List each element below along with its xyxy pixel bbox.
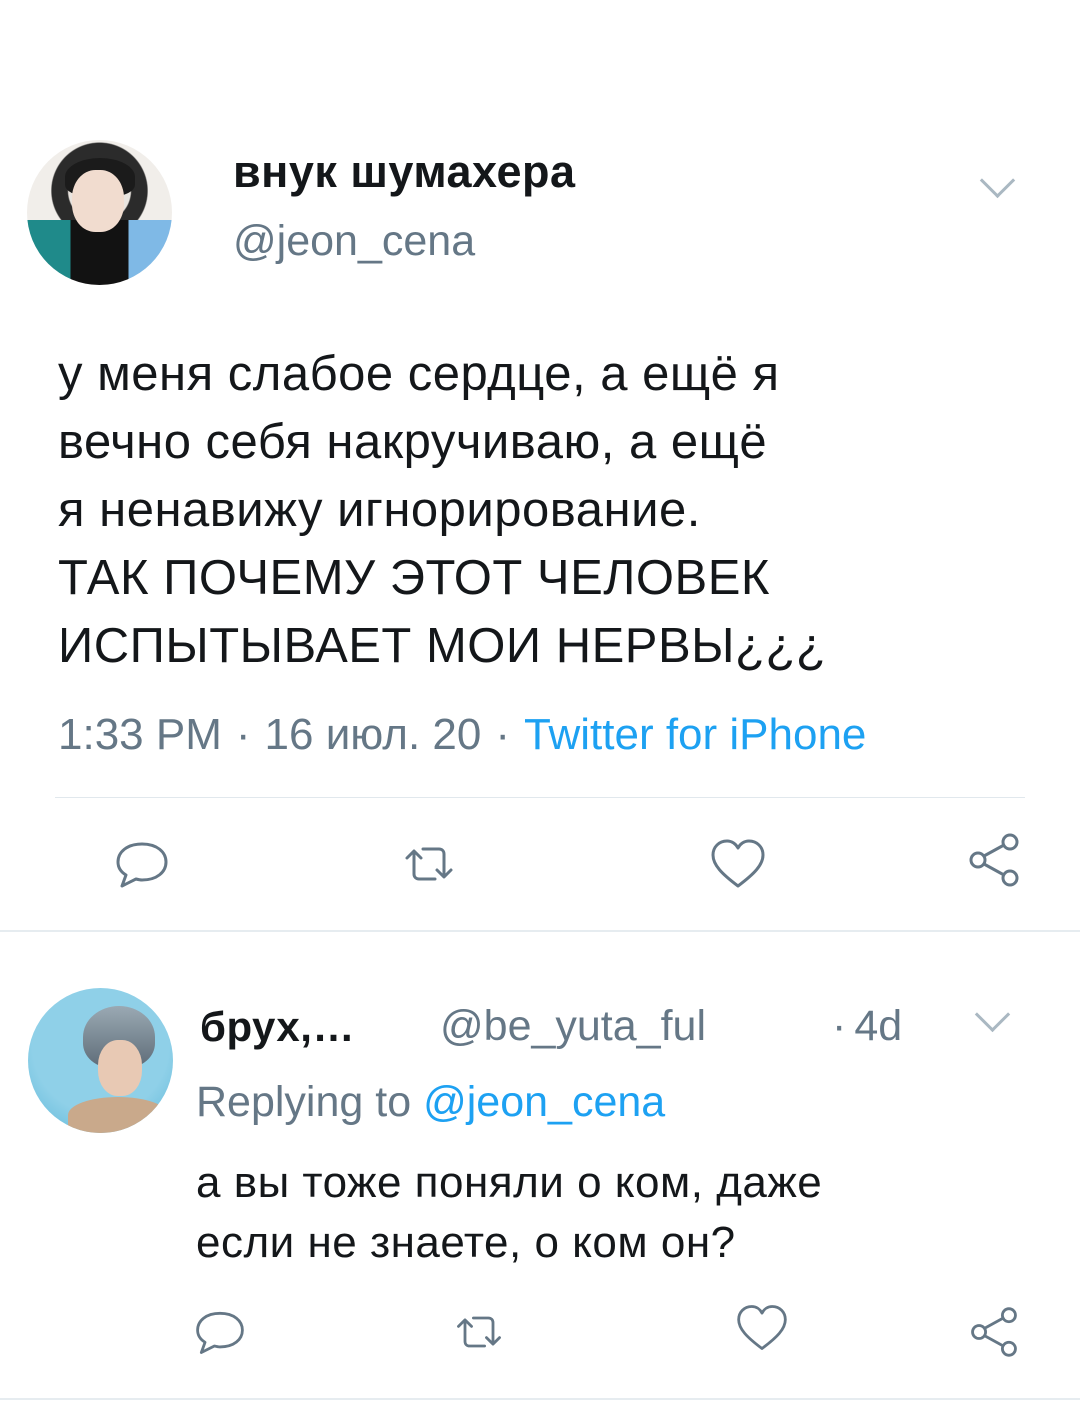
bottom-divider xyxy=(0,1398,1080,1400)
share-icon xyxy=(969,833,1019,887)
time-separator: · xyxy=(832,1002,847,1050)
reply-text: а вы тоже поняли о ком, даже если не зна… xyxy=(196,1158,823,1267)
reply-bubble-icon xyxy=(116,842,168,888)
reply-button[interactable] xyxy=(188,1300,252,1364)
retweet-icon xyxy=(457,1316,501,1348)
reply-author-avatar[interactable] xyxy=(28,988,173,1133)
heart-icon xyxy=(711,839,765,888)
chevron-down-icon[interactable] xyxy=(979,162,1016,199)
tweet-text: у меня слабое сердце, а ещё я вечно себя… xyxy=(58,347,827,673)
tweet-date: 16 июл. 20 xyxy=(264,710,482,759)
divider xyxy=(55,797,1025,798)
tweet-time: 1:33 PM xyxy=(58,710,222,759)
retweet-icon xyxy=(405,847,453,881)
avatar-body xyxy=(68,1097,168,1133)
avatar-face xyxy=(98,1040,142,1096)
tweet-meta: 1:33 PM · 16 июл. 20 · Twitter for iPhone xyxy=(58,710,866,760)
share-icon xyxy=(971,1307,1017,1357)
tweet-source-link[interactable]: Twitter for iPhone xyxy=(524,710,866,759)
replying-label: Replying to xyxy=(196,1078,412,1126)
heart-icon xyxy=(737,1305,787,1350)
chevron-down-icon[interactable] xyxy=(974,996,1011,1033)
replying-to: Replying to @jeon_cena xyxy=(196,1078,665,1127)
like-button[interactable] xyxy=(706,832,770,896)
replying-mention-link[interactable]: @jeon_cena xyxy=(423,1078,665,1126)
meta-separator: · xyxy=(495,710,511,759)
author-name[interactable]: внук шумахера xyxy=(233,146,576,198)
like-button[interactable] xyxy=(730,1296,794,1360)
tweet-separator xyxy=(0,930,1080,932)
reply-time-value: 4d xyxy=(854,1002,903,1050)
reply-timestamp: · 4d xyxy=(832,1002,902,1051)
retweet-button[interactable] xyxy=(397,832,461,896)
author-handle[interactable]: @jeon_cena xyxy=(233,217,475,266)
meta-separator: · xyxy=(235,710,251,759)
avatar-face xyxy=(72,170,124,232)
author-avatar[interactable] xyxy=(27,140,172,285)
share-button[interactable] xyxy=(962,1300,1026,1364)
reply-button[interactable] xyxy=(110,832,174,896)
reply-bubble-icon xyxy=(196,1311,244,1354)
retweet-button[interactable] xyxy=(447,1300,511,1364)
reply-author-name[interactable]: брух,… xyxy=(200,1003,355,1051)
reply-author-handle[interactable]: @be_yuta_ful xyxy=(440,1002,706,1051)
share-button[interactable] xyxy=(962,828,1026,892)
